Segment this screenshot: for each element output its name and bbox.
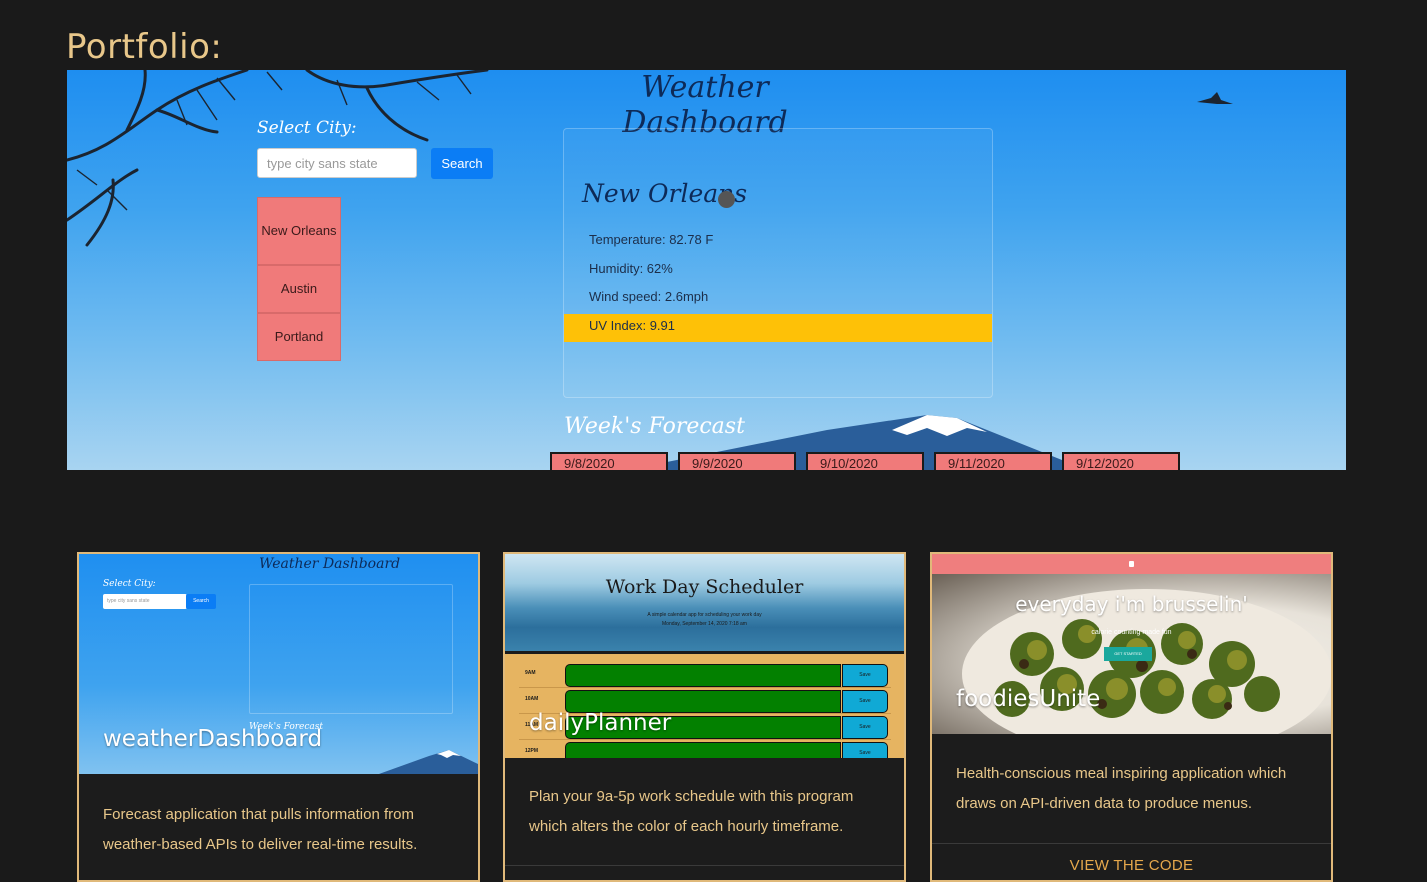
hour-label: 9AM: [525, 670, 536, 676]
thumbnail-subtext: calorie counting made fun: [1091, 629, 1172, 636]
forecast-day: 9/12/2020: [1062, 452, 1180, 470]
project-card-daily-planner[interactable]: Work Day Scheduler A simple calendar app…: [503, 552, 906, 882]
time-block-row: 12PM Save: [519, 742, 891, 758]
weather-icon: [718, 191, 735, 208]
thumbnail-app-title: Work Day Scheduler: [605, 576, 804, 598]
temperature-text: Temperature: 82.78 F: [589, 232, 714, 247]
save-button: Save: [842, 742, 888, 758]
humidity-text: Humidity: 62%: [589, 261, 673, 276]
project-thumbnail[interactable]: Weather Dashboard Select City: type city…: [79, 554, 478, 774]
time-block-row: 9AM Save: [519, 664, 891, 688]
uv-index-bar: UV Index: 9.91: [564, 314, 992, 342]
thumbnail-subtitle: A simple calendar app for scheduling you…: [647, 612, 762, 618]
history-item[interactable]: Austin: [257, 265, 341, 313]
bird-image: [1197, 92, 1233, 104]
project-description: Plan your 9a-5p work schedule with this …: [529, 788, 854, 835]
project-description: Forecast application that pulls informat…: [103, 806, 418, 853]
home-icon: [1129, 561, 1134, 567]
thumbnail-search-input: type city sans state: [103, 594, 187, 609]
forecast-day: 9/10/2020: [806, 452, 924, 470]
project-thumbnail[interactable]: everyday i'm brusselin' calorie counting…: [932, 554, 1331, 734]
page-title: Portfolio:: [66, 26, 223, 67]
thumbnail-search-button: Search: [186, 594, 216, 609]
divider: [505, 651, 904, 654]
search-button[interactable]: Search: [431, 148, 493, 179]
project-thumbnail[interactable]: Work Day Scheduler A simple calendar app…: [505, 554, 904, 758]
sea-image: [505, 554, 904, 652]
thumbnail-date: Monday, September 14, 2020 7:18 am: [662, 621, 747, 627]
forecast-day: 9/11/2020: [934, 452, 1052, 470]
forecast-title: Week's Forecast: [564, 414, 745, 439]
history-item[interactable]: Portland: [257, 313, 341, 361]
time-block: [565, 664, 841, 687]
forecast-day: 9/9/2020: [678, 452, 796, 470]
hero-screenshot[interactable]: Weather Dashboard Select City: Search Ne…: [67, 70, 1346, 470]
select-city-label: Select City:: [257, 118, 357, 138]
row-divider: [519, 739, 891, 740]
thumbnail-select-label: Select City:: [103, 579, 156, 589]
save-button: Save: [842, 664, 888, 687]
thumbnail-app-title: Weather Dashboard: [259, 556, 401, 572]
save-button: Save: [842, 690, 888, 713]
view-code-link[interactable]: VIEW THE CODE: [932, 857, 1331, 874]
history-item[interactable]: New Orleans: [257, 197, 341, 265]
project-title: foodiesUnite: [956, 686, 1101, 712]
city-search-input[interactable]: [257, 148, 417, 178]
hour-label: 12PM: [525, 748, 539, 754]
project-description: Health-conscious meal inspiring applicat…: [956, 765, 1287, 812]
project-card-foodies-unite[interactable]: everyday i'm brusselin' calorie counting…: [930, 552, 1333, 882]
forecast-day: 9/8/2020: [550, 452, 668, 470]
project-title: dailyPlanner: [529, 710, 672, 736]
project-title: weatherDashboard: [103, 726, 323, 752]
row-divider: [519, 687, 891, 688]
divider: [932, 843, 1331, 844]
divider: [505, 865, 904, 866]
project-card-weather-dashboard[interactable]: Weather Dashboard Select City: type city…: [77, 552, 480, 882]
mountain-image: [379, 750, 478, 774]
thumbnail-tagline: everyday i'm brusselin': [1015, 592, 1248, 616]
uv-index-text: UV Index: 9.91: [589, 318, 675, 333]
current-weather-card: New Orleans Temperature: 82.78 F Humidit…: [563, 128, 993, 398]
time-block: [565, 742, 841, 758]
thumbnail-weather-card: [249, 584, 453, 714]
search-history-list: New Orleans Austin Portland: [257, 197, 341, 361]
wind-speed-text: Wind speed: 2.6mph: [589, 289, 709, 304]
thumbnail-get-started-button: GET STARTED: [1104, 647, 1152, 661]
save-button: Save: [842, 716, 888, 739]
hour-label: 10AM: [525, 696, 539, 702]
